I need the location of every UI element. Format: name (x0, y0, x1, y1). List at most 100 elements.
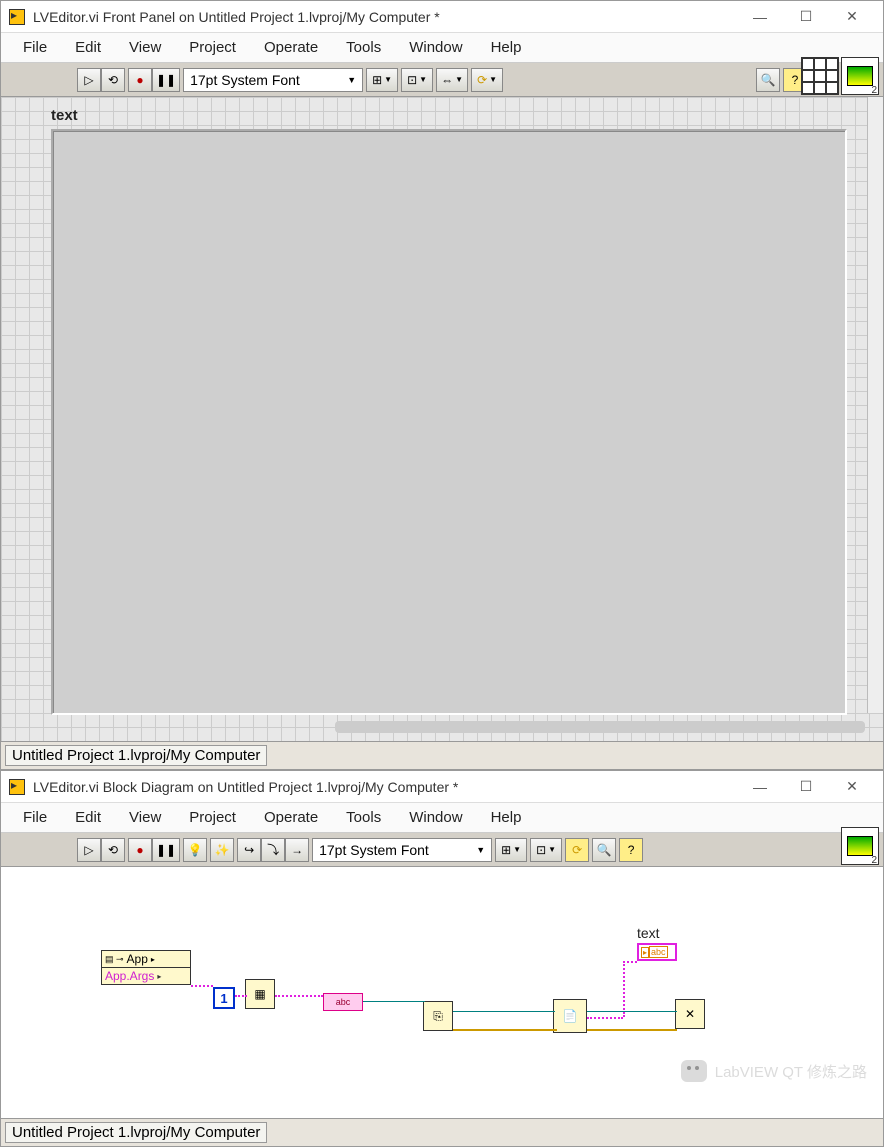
chevron-down-icon: ▼ (476, 845, 485, 855)
bd-status-text: Untitled Project 1.lvproj/My Computer (5, 1122, 267, 1143)
step-out-button[interactable]: → (285, 838, 309, 862)
wire-pink[interactable] (275, 995, 323, 997)
chevron-down-icon: ▼ (548, 845, 556, 854)
maximize-button[interactable]: ☐ (783, 772, 829, 802)
wire-pink[interactable] (191, 985, 213, 987)
numeric-constant[interactable]: 1 (213, 987, 235, 1009)
wire-error[interactable] (453, 1029, 557, 1031)
step-over-button[interactable]: ⤵ (261, 838, 285, 862)
pause-button[interactable]: ❚❚ (152, 838, 180, 862)
wire-path[interactable] (363, 1001, 425, 1002)
font-selector[interactable]: 17pt System Font ▼ (183, 68, 363, 92)
text-indicator-terminal[interactable]: ▸abc (637, 943, 677, 961)
run-continuously-button[interactable]: ⟲ (101, 68, 125, 92)
abort-button[interactable]: ● (128, 68, 152, 92)
chevron-down-icon: ▼ (384, 75, 392, 84)
cleanup-icon: ⟳ (572, 843, 582, 857)
menu-project[interactable]: Project (175, 805, 250, 830)
maximize-button[interactable]: ☐ (783, 2, 829, 32)
numeric-constant-value: 1 (220, 991, 227, 1006)
wire-refnum[interactable] (587, 1011, 677, 1012)
cleanup-diagram-button[interactable]: ⟳ (565, 838, 589, 862)
menu-operate[interactable]: Operate (250, 805, 332, 830)
vertical-scrollbar[interactable] (867, 97, 883, 713)
fp-titlebar[interactable]: LVEditor.vi Front Panel on Untitled Proj… (1, 1, 883, 33)
search-icon: 🔍 (761, 73, 776, 87)
distribute-objects-button[interactable]: ⊡▼ (401, 68, 433, 92)
close-file-function[interactable]: ✕ (675, 999, 705, 1029)
horizontal-scrollbar-thumb[interactable] (335, 721, 865, 733)
menu-help[interactable]: Help (477, 35, 536, 60)
menu-project[interactable]: Project (175, 35, 250, 60)
align-objects-button[interactable]: ⊞▼ (495, 838, 527, 862)
wire-string[interactable] (623, 961, 637, 963)
bd-titlebar[interactable]: LVEditor.vi Block Diagram on Untitled Pr… (1, 771, 883, 803)
connector-pane-grid[interactable] (801, 57, 839, 95)
font-selector-label: 17pt System Font (190, 72, 300, 88)
search-button[interactable]: 🔍 (592, 838, 616, 862)
vi-icon-number: 2 (871, 855, 877, 866)
watermark: LabVIEW QT 修炼之路 (681, 1060, 867, 1082)
run-continuous-icon: ⟲ (108, 843, 118, 857)
align-objects-button[interactable]: ⊞▼ (366, 68, 398, 92)
read-text-file-function[interactable]: 📄 (553, 999, 587, 1033)
search-button[interactable]: 🔍 (756, 68, 780, 92)
search-icon: 🔍 (597, 843, 612, 857)
text-string-control[interactable] (51, 129, 847, 715)
bd-toolbar: ▷ ⟲ ● ❚❚ 💡 ✨ ↪ ⤵ → 17pt System Font ▼ ⊞▼… (1, 833, 883, 867)
run-button[interactable]: ▷ (77, 68, 101, 92)
menu-tools[interactable]: Tools (332, 805, 395, 830)
menu-edit[interactable]: Edit (61, 805, 115, 830)
highlight-execution-button[interactable]: 💡 (183, 838, 207, 862)
text-control-label[interactable]: text (51, 107, 78, 124)
index-array-function[interactable]: ▦ (245, 979, 275, 1009)
bd-window-title: LVEditor.vi Block Diagram on Untitled Pr… (33, 779, 737, 795)
menu-window[interactable]: Window (395, 35, 476, 60)
abort-icon: ● (136, 843, 143, 857)
menu-tools[interactable]: Tools (332, 35, 395, 60)
bd-statusbar: Untitled Project 1.lvproj/My Computer (1, 1118, 883, 1146)
wire-refnum[interactable] (453, 1011, 555, 1012)
step-into-button[interactable]: ↪ (237, 838, 261, 862)
distribute-objects-button[interactable]: ⊡▼ (530, 838, 562, 862)
abort-button[interactable]: ● (128, 838, 152, 862)
menu-operate[interactable]: Operate (250, 35, 332, 60)
menu-window[interactable]: Window (395, 805, 476, 830)
bd-canvas[interactable]: ▤ ⊸App▸ App.Args▸ 1 ▦ abc ⎘ 📄 ✕ text ▸ab… (1, 867, 883, 1118)
run-continuous-icon: ⟲ (108, 73, 118, 87)
close-button[interactable]: ✕ (829, 2, 875, 32)
pause-icon: ❚❚ (156, 843, 176, 857)
run-button[interactable]: ▷ (77, 838, 101, 862)
wire-pink[interactable] (235, 995, 247, 997)
menu-view[interactable]: View (115, 35, 175, 60)
vi-icon[interactable]: 2 (841, 827, 879, 865)
minimize-button[interactable]: — (737, 772, 783, 802)
run-continuously-button[interactable]: ⟲ (101, 838, 125, 862)
close-button[interactable]: ✕ (829, 772, 875, 802)
wire-string[interactable] (623, 961, 625, 1017)
property-node-app[interactable]: ▤ ⊸App▸ App.Args▸ (101, 950, 191, 985)
text-indicator-label[interactable]: text (637, 925, 660, 941)
menu-help[interactable]: Help (477, 805, 536, 830)
pause-button[interactable]: ❚❚ (152, 68, 180, 92)
menu-file[interactable]: File (9, 805, 61, 830)
string-type-icon: abc (649, 946, 668, 958)
string-constant[interactable]: abc (323, 993, 363, 1011)
font-selector[interactable]: 17pt System Font ▼ (312, 838, 492, 862)
align-icon: ⊞ (372, 73, 382, 87)
retain-wire-values-button[interactable]: ✨ (210, 838, 234, 862)
reorder-button[interactable]: ⟳▼ (471, 68, 503, 92)
menu-edit[interactable]: Edit (61, 35, 115, 60)
minimize-button[interactable]: — (737, 2, 783, 32)
context-help-button[interactable]: ? (619, 838, 643, 862)
fp-canvas[interactable]: text (1, 97, 883, 741)
menu-file[interactable]: File (9, 35, 61, 60)
wire-error[interactable] (587, 1029, 677, 1031)
bulb-icon: 💡 (188, 843, 203, 857)
vi-icon[interactable]: 2 (841, 57, 879, 95)
abort-icon: ● (136, 73, 143, 87)
open-file-function[interactable]: ⎘ (423, 1001, 453, 1031)
resize-objects-button[interactable]: ⇔▼ (436, 68, 468, 92)
menu-view[interactable]: View (115, 805, 175, 830)
wire-string[interactable] (587, 1017, 623, 1019)
